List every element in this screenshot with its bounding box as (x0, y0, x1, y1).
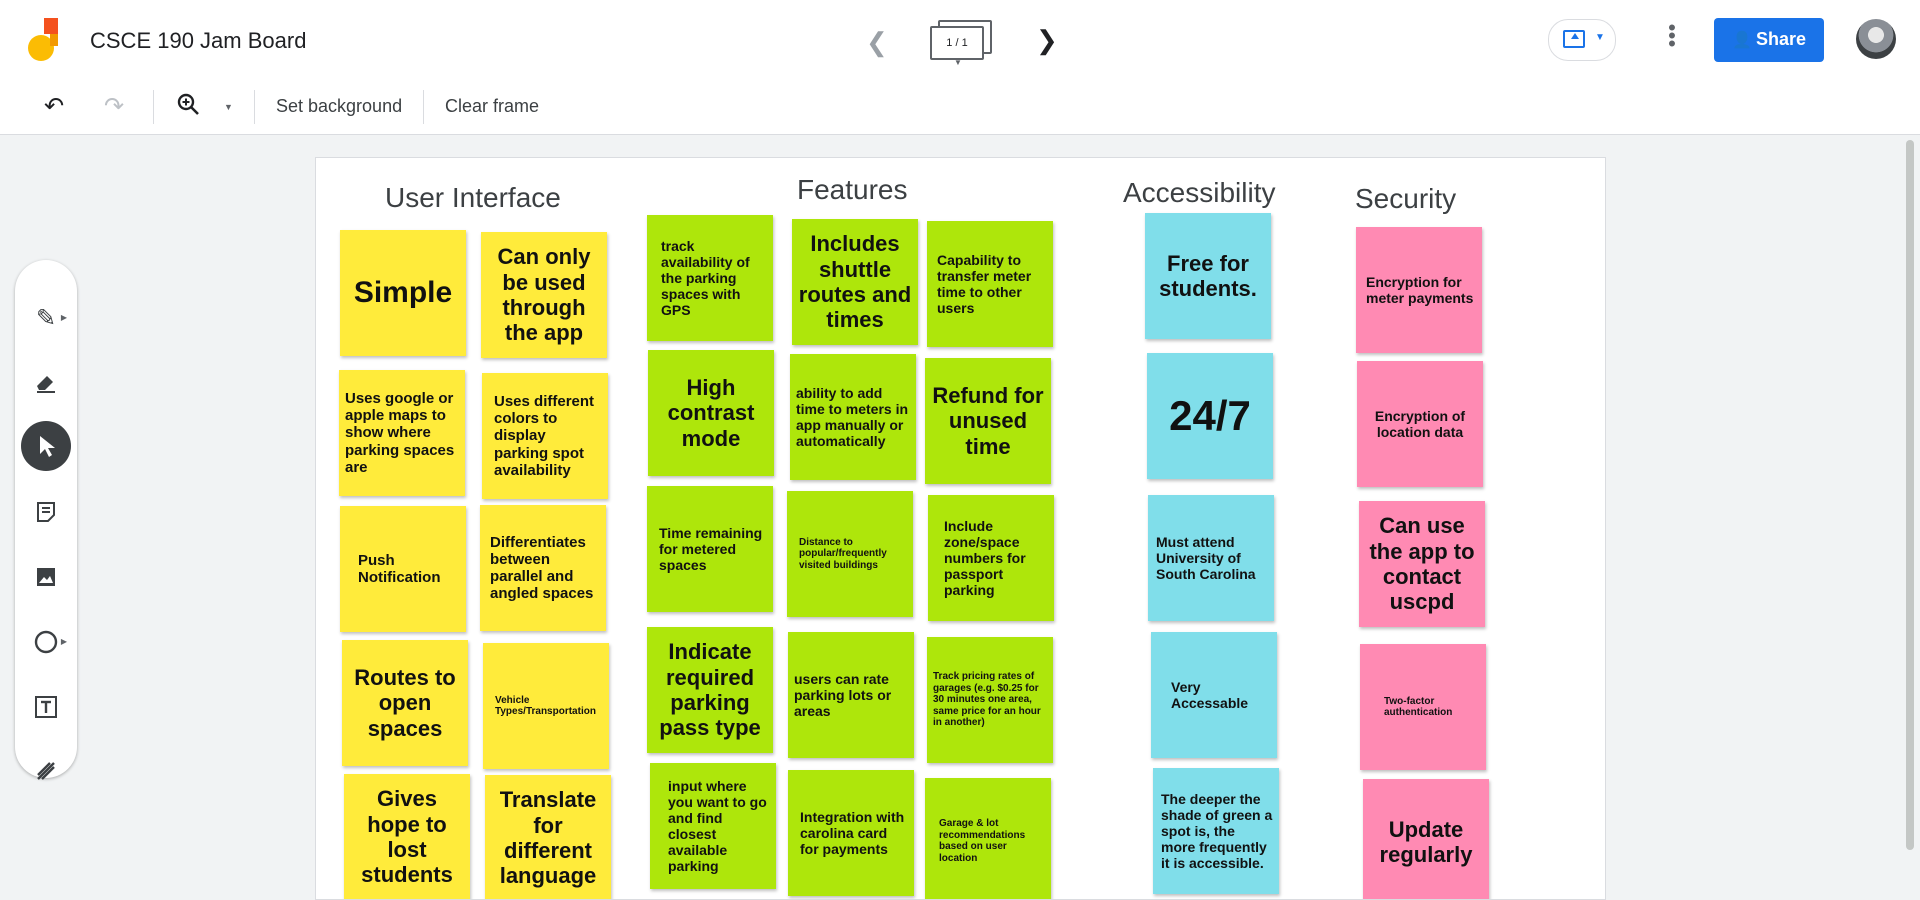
more-options-icon[interactable]: • • • (1666, 17, 1678, 55)
chevron-down-icon: ▼ (954, 58, 962, 67)
sticky-note[interactable]: Uses different colors to display parking… (482, 373, 608, 499)
zoom-dropdown-icon[interactable]: ▼ (224, 102, 233, 112)
present-icon (1563, 30, 1585, 48)
sticky-note[interactable]: Include zone/space numbers for passport … (928, 495, 1054, 621)
sticky-note[interactable]: Very Accessable (1151, 632, 1277, 758)
sticky-note[interactable]: Differentiates between parallel and angl… (480, 505, 606, 631)
vertical-scrollbar[interactable] (1906, 140, 1914, 850)
sticky-note[interactable]: Update regularly (1363, 779, 1489, 899)
text-box-tool[interactable] (21, 682, 71, 732)
sticky-note[interactable]: users can rate parking lots or areas (788, 632, 914, 758)
sticky-note[interactable]: Gives hope to lost students (344, 774, 470, 899)
sticky-note[interactable]: Indicate required parking pass type (647, 627, 773, 753)
chevron-down-icon: ▼ (1595, 32, 1605, 43)
sticky-note[interactable]: Integration with carolina card for payme… (788, 770, 914, 896)
frame-bar-toggle[interactable]: 1 / 1 ▼ (930, 20, 992, 67)
chevron-right-icon: ▶ (60, 313, 67, 322)
sticky-note[interactable]: Can use the app to contact uscpd (1359, 501, 1485, 627)
eraser-icon (37, 376, 55, 393)
document-title[interactable]: CSCE 190 Jam Board (90, 28, 306, 54)
laser-tool[interactable] (21, 746, 71, 796)
next-frame-button[interactable]: ❯ (1036, 25, 1058, 56)
sticky-note[interactable]: Routes to open spaces (342, 640, 468, 766)
divider (423, 90, 424, 124)
sticky-note-tool[interactable] (21, 487, 71, 537)
avatar[interactable] (1856, 19, 1896, 59)
sticky-note[interactable]: Capability to transfer meter time to oth… (927, 221, 1053, 347)
column-title-accessibility: Accessibility (1123, 177, 1276, 208)
text-box-icon (35, 696, 57, 718)
sticky-note[interactable]: Time remaining for metered spaces (647, 486, 773, 612)
pen-tool[interactable]: ✎ ▶ (21, 293, 71, 343)
select-icon (40, 436, 55, 457)
sticky-note[interactable]: Can only be used through the app (481, 232, 607, 358)
sticky-note[interactable]: Refund for unused time (925, 358, 1051, 484)
redo-icon[interactable]: ↷ (104, 92, 124, 121)
sticky-note[interactable]: Track pricing rates of garages (e.g. $0.… (927, 637, 1053, 763)
sticky-note[interactable]: track availability of the parking spaces… (647, 215, 773, 341)
top-bar: CSCE 190 Jam Board ❮ 1 / 1 ▼ ❯ ▼ • • • 👤 S… (0, 0, 1920, 81)
sticky-note[interactable]: Encryption of location data (1357, 361, 1483, 487)
circle-icon (34, 630, 58, 654)
person-icon: 👤 (1732, 32, 1752, 49)
set-background-button[interactable]: Set background (276, 96, 402, 117)
sticky-note[interactable]: The deeper the shade of green a spot is,… (1153, 768, 1279, 894)
tool-palette: ✎ ▶ ▶ (15, 260, 77, 780)
select-tool[interactable] (21, 421, 71, 471)
sticky-note[interactable]: High contrast mode (648, 350, 774, 476)
laser-icon (37, 762, 55, 780)
sticky-note[interactable]: Two-factor authentication (1360, 644, 1486, 770)
share-label: Share (1756, 29, 1807, 49)
eraser-tool[interactable] (21, 357, 71, 407)
sticky-note[interactable]: Translate for different language (485, 775, 611, 899)
shape-tool[interactable]: ▶ (21, 617, 71, 667)
sticky-note[interactable]: Uses google or apple maps to show where … (339, 370, 465, 496)
clear-frame-button[interactable]: Clear frame (445, 96, 539, 117)
undo-icon[interactable]: ↶ (44, 92, 64, 121)
divider (254, 90, 255, 124)
sticky-note[interactable]: Free for students. (1145, 213, 1271, 339)
sticky-note[interactable]: Distance to popular/frequently visited b… (787, 491, 913, 617)
sticky-note[interactable]: Simple (340, 230, 466, 356)
image-icon (37, 568, 55, 586)
sticky-note[interactable]: Includes shuttle routes and times (792, 219, 918, 345)
pen-icon: ✎ (35, 304, 57, 332)
sticky-note-icon (37, 502, 55, 522)
toolbar: ↶ ↷ ▼ Set background Clear frame (0, 80, 1920, 135)
sticky-note[interactable]: ability to add time to meters in app man… (790, 354, 916, 480)
column-title-security: Security (1355, 183, 1457, 214)
chevron-right-icon: ▶ (60, 637, 67, 646)
sticky-note[interactable]: Push Notification (340, 506, 466, 632)
divider (153, 90, 154, 124)
sticky-note[interactable]: 24/7 (1147, 353, 1273, 479)
jam-frame[interactable]: User Interface Features Accessibility Se… (315, 157, 1606, 900)
image-tool[interactable] (21, 552, 71, 602)
frame-indicator: 1 / 1 (930, 26, 984, 60)
sticky-note[interactable]: Encryption for meter payments (1356, 227, 1482, 353)
column-title-features: Features (797, 174, 908, 205)
zoom-icon[interactable] (176, 92, 200, 123)
sticky-note[interactable]: Vehicle Types/Transportation (483, 643, 609, 769)
present-button[interactable]: ▼ (1548, 19, 1616, 61)
jamboard-logo-icon (26, 16, 62, 62)
previous-frame-button[interactable]: ❮ (866, 27, 888, 58)
sticky-note[interactable]: Must attend University of South Carolina (1148, 495, 1274, 621)
sticky-note[interactable]: Garage & lot recommendations based on us… (925, 778, 1051, 899)
column-title-user-interface: User Interface (385, 182, 561, 213)
share-button[interactable]: 👤 Share (1714, 18, 1824, 62)
sticky-note[interactable]: input where you want to go and find clos… (650, 763, 776, 889)
